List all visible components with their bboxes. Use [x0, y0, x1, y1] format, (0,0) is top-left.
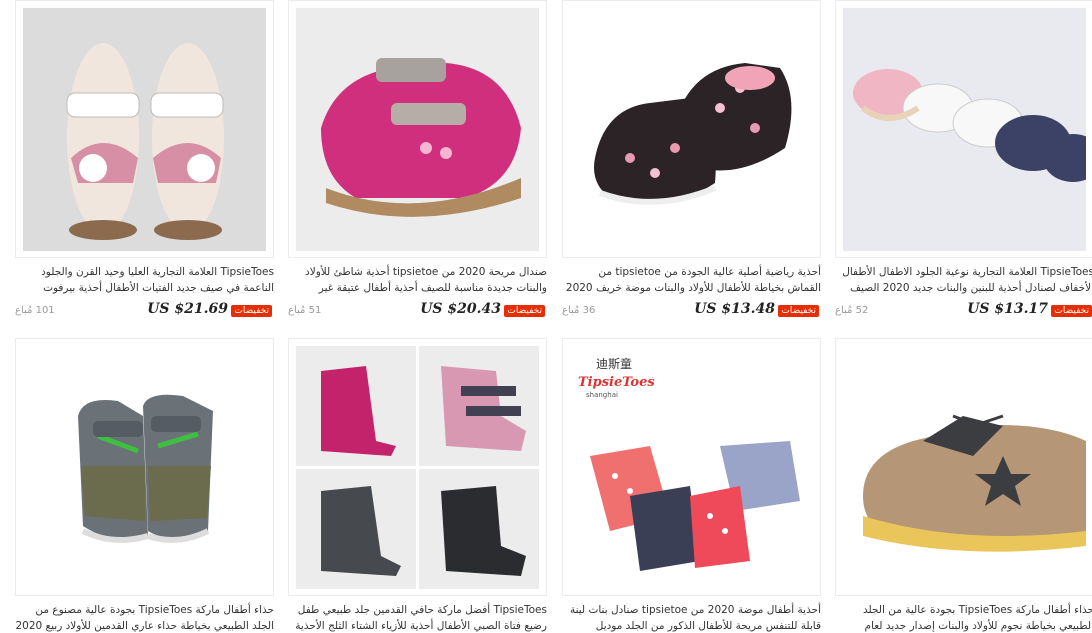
product-title[interactable]: أحذية رياضية أصلية عالية الجودة من tipsi… [562, 264, 821, 296]
product-title[interactable]: حذاء أطفال ماركة TipsieToes بجودة عالية … [835, 602, 1092, 633]
product-title[interactable]: TipsieToes أفضل ماركة حافي القدمين جلد ط… [288, 602, 547, 633]
product-image[interactable] [562, 0, 821, 258]
sold-count: 36 مُباع [562, 305, 596, 316]
product-price: US $13.17 [967, 301, 1048, 317]
product-meta: 52 مُباع US $13.17 تخفيضات [835, 301, 1092, 321]
product-photo [296, 8, 539, 251]
product-title[interactable]: صندال مريحة 2020 من tipsietoe أحذية شاطئ… [288, 264, 547, 296]
sale-badge: تخفيضات [231, 305, 272, 317]
sale-badge: تخفيضات [504, 305, 545, 317]
brand-logo-cn: 迪斯童 [596, 356, 632, 371]
product-price: US $13.48 [694, 301, 775, 317]
product-meta: 101 مُباع US $21.69 تخفيضات [15, 301, 274, 321]
product-image[interactable] [835, 338, 1092, 596]
product-image[interactable] [15, 338, 274, 596]
product-card[interactable]: صندال مريحة 2020 من tipsietoe أحذية شاطئ… [288, 0, 547, 322]
product-card[interactable]: أحذية رياضية أصلية عالية الجودة من tipsi… [562, 0, 821, 322]
sale-badge: تخفيضات [778, 305, 819, 317]
product-photo: 迪斯童 TipsieToes shanghai [570, 346, 813, 589]
product-card[interactable]: TipsieToes أفضل ماركة حافي القدمين جلد ط… [288, 338, 547, 633]
product-card[interactable]: حذاء أطفال ماركة TipsieToes بجودة عالية … [835, 338, 1092, 633]
product-photo [23, 346, 266, 589]
sold-count: 52 مُباع [835, 305, 869, 316]
sold-count: 51 مُباع [288, 305, 322, 316]
brand-logo-city: shanghai [586, 391, 618, 399]
product-photo [843, 8, 1086, 251]
sale-badge: تخفيضات [1051, 305, 1092, 317]
product-photo [843, 346, 1086, 589]
product-price: US $20.43 [420, 301, 501, 317]
product-grid: TipsieToes العلامة التجارية العليا وحيد … [0, 0, 1092, 633]
brand-logo-text: TipsieToes [578, 375, 655, 390]
product-meta: 36 مُباع US $13.48 تخفيضات [562, 301, 821, 321]
product-title[interactable]: TipsieToes العلامة التجارية نوعية الجلود… [835, 264, 1092, 296]
product-meta: 51 مُباع US $20.43 تخفيضات [288, 301, 547, 321]
product-image[interactable] [288, 338, 547, 596]
product-title[interactable]: حذاء أطفال ماركة TipsieToes بجودة عالية … [15, 602, 274, 633]
product-image[interactable] [835, 0, 1092, 258]
product-title[interactable]: TipsieToes العلامة التجارية العليا وحيد … [15, 264, 274, 296]
product-card[interactable]: TipsieToes العلامة التجارية نوعية الجلود… [835, 0, 1092, 322]
product-title[interactable]: أحذية أطفال موضة 2020 من tipsietoe صنادل… [562, 602, 821, 633]
product-image[interactable] [288, 0, 547, 258]
product-price: US $21.69 [147, 301, 228, 317]
product-card[interactable]: TipsieToes العلامة التجارية العليا وحيد … [15, 0, 274, 322]
product-photo [570, 8, 813, 251]
product-card[interactable]: 迪斯童 TipsieToes shanghai أحذية أطفال موضة… [562, 338, 821, 633]
product-image[interactable]: 迪斯童 TipsieToes shanghai [562, 338, 821, 596]
sold-count: 101 مُباع [15, 305, 55, 316]
product-card[interactable]: حذاء أطفال ماركة TipsieToes بجودة عالية … [15, 338, 274, 633]
product-photo [23, 8, 266, 251]
product-photo [296, 346, 539, 589]
product-image[interactable] [15, 0, 274, 258]
